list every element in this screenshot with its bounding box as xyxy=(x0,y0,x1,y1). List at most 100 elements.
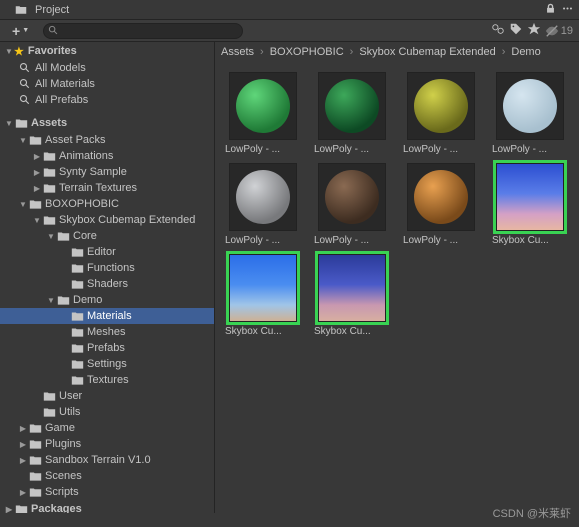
tree-item[interactable]: Textures xyxy=(0,372,214,388)
asset-item[interactable]: LowPoly - ... xyxy=(314,163,389,246)
tree-item[interactable]: Meshes xyxy=(0,324,214,340)
asset-label: Skybox Cu... xyxy=(492,235,567,246)
folder-icon xyxy=(70,261,84,275)
tree-item[interactable]: ▶Scripts xyxy=(0,484,214,500)
tab-label: Project xyxy=(35,4,69,16)
expand-arrow[interactable]: ▶ xyxy=(32,152,42,161)
tree-item[interactable]: ▼Core xyxy=(0,228,214,244)
project-tree[interactable]: ▼ ★ Favorites All ModelsAll MaterialsAll… xyxy=(0,42,215,513)
filter-by-label-icon[interactable] xyxy=(509,22,523,39)
asset-item[interactable]: LowPoly - ... xyxy=(314,72,389,155)
tree-item[interactable]: Scenes xyxy=(0,468,214,484)
favorite-item[interactable]: All Models xyxy=(0,60,214,76)
tree-item[interactable]: ▶Terrain Textures xyxy=(0,180,214,196)
tree-item[interactable]: ▶Game xyxy=(0,420,214,436)
favorite-filter-icon[interactable] xyxy=(527,22,541,39)
tree-item[interactable]: ▶Synty Sample xyxy=(0,164,214,180)
breadcrumb-item[interactable]: Demo xyxy=(511,46,540,58)
asset-label: Skybox Cu... xyxy=(225,326,300,337)
folder-icon xyxy=(42,389,56,403)
asset-item[interactable]: Skybox Cu... xyxy=(314,254,389,337)
assets-root[interactable]: ▼ Assets xyxy=(0,114,214,132)
tree-item[interactable]: ▼Demo xyxy=(0,292,214,308)
breadcrumb-item[interactable]: Assets xyxy=(221,46,254,58)
asset-thumbnail[interactable] xyxy=(229,163,297,231)
project-tab[interactable]: Project xyxy=(6,1,77,19)
expand-arrow[interactable]: ▶ xyxy=(32,184,42,193)
expand-arrow[interactable]: ▼ xyxy=(18,136,28,145)
folder-icon xyxy=(28,469,42,483)
asset-thumbnail[interactable] xyxy=(229,254,297,322)
tree-item[interactable]: ▼Skybox Cubemap Extended xyxy=(0,212,214,228)
menu-icon[interactable] xyxy=(562,3,573,17)
tree-item[interactable]: Settings xyxy=(0,356,214,372)
chevron-right-icon: › xyxy=(350,46,354,58)
expand-arrow[interactable]: ▶ xyxy=(18,456,28,465)
asset-thumbnail[interactable] xyxy=(496,163,564,231)
folder-icon xyxy=(28,437,42,451)
hidden-toggle[interactable]: 19 xyxy=(545,24,573,38)
asset-item[interactable]: Skybox Cu... xyxy=(225,254,300,337)
tree-item[interactable]: Prefabs xyxy=(0,340,214,356)
watermark: CSDN @米莱虾 xyxy=(493,505,571,521)
filter-by-type-icon[interactable] xyxy=(491,22,505,39)
asset-thumbnail[interactable] xyxy=(318,254,386,322)
asset-label: LowPoly - ... xyxy=(403,144,478,155)
folder-icon xyxy=(70,277,84,291)
folder-icon xyxy=(42,213,56,227)
tree-item[interactable]: ▼BOXOPHOBIC xyxy=(0,196,214,212)
expand-arrow[interactable]: ▶ xyxy=(18,488,28,497)
expand-arrow[interactable]: ▼ xyxy=(46,232,56,241)
asset-label: LowPoly - ... xyxy=(314,144,389,155)
expand-arrow[interactable]: ▶ xyxy=(18,424,28,433)
asset-label: LowPoly - ... xyxy=(403,235,478,246)
folder-icon xyxy=(42,405,56,419)
asset-item[interactable]: LowPoly - ... xyxy=(492,72,567,155)
asset-item[interactable]: LowPoly - ... xyxy=(403,72,478,155)
asset-thumbnail[interactable] xyxy=(318,72,386,140)
expand-arrow[interactable]: ▼ xyxy=(32,216,42,225)
folder-icon xyxy=(56,293,70,307)
asset-thumbnail[interactable] xyxy=(407,163,475,231)
lock-icon[interactable] xyxy=(545,3,556,17)
tree-item[interactable]: User xyxy=(0,388,214,404)
folder-icon xyxy=(42,165,56,179)
favorite-item[interactable]: All Materials xyxy=(0,76,214,92)
tree-item[interactable]: Utils xyxy=(0,404,214,420)
asset-item[interactable]: Skybox Cu... xyxy=(492,163,567,246)
tree-item[interactable]: Functions xyxy=(0,260,214,276)
folder-icon xyxy=(28,133,42,147)
folder-icon xyxy=(14,502,28,513)
expand-arrow[interactable]: ▼ xyxy=(18,200,28,209)
search-input[interactable] xyxy=(43,23,243,39)
expand-arrow[interactable]: ▶ xyxy=(32,168,42,177)
tree-item[interactable]: Shaders xyxy=(0,276,214,292)
folder-icon xyxy=(28,197,42,211)
breadcrumb-item[interactable]: Skybox Cubemap Extended xyxy=(359,46,495,58)
asset-thumbnail[interactable] xyxy=(229,72,297,140)
add-button[interactable]: +▼ xyxy=(6,22,35,40)
asset-thumbnail[interactable] xyxy=(318,163,386,231)
folder-icon xyxy=(70,245,84,259)
tree-item[interactable]: ▶Plugins xyxy=(0,436,214,452)
tree-item[interactable]: ▼Asset Packs xyxy=(0,132,214,148)
tree-item[interactable]: Editor xyxy=(0,244,214,260)
folder-icon xyxy=(42,149,56,163)
packages-root[interactable]: ▶ Packages xyxy=(0,500,214,513)
tree-item[interactable]: ▶Sandbox Terrain V1.0 xyxy=(0,452,214,468)
asset-item[interactable]: LowPoly - ... xyxy=(225,72,300,155)
asset-thumbnail[interactable] xyxy=(407,72,475,140)
asset-item[interactable]: LowPoly - ... xyxy=(225,163,300,246)
expand-arrow[interactable]: ▼ xyxy=(46,296,56,305)
asset-thumbnail[interactable] xyxy=(496,72,564,140)
favorite-item[interactable]: All Prefabs xyxy=(0,92,214,108)
toolbar: +▼ 19 xyxy=(0,20,579,42)
expand-arrow[interactable]: ▶ xyxy=(18,440,28,449)
breadcrumb-item[interactable]: BOXOPHOBIC xyxy=(270,46,344,58)
tree-item[interactable]: ▶Animations xyxy=(0,148,214,164)
folder-icon xyxy=(70,309,84,323)
asset-item[interactable]: LowPoly - ... xyxy=(403,163,478,246)
panel-header: Project xyxy=(0,0,579,20)
favorites-header[interactable]: ▼ ★ Favorites xyxy=(0,42,214,60)
tree-item[interactable]: Materials xyxy=(0,308,214,324)
